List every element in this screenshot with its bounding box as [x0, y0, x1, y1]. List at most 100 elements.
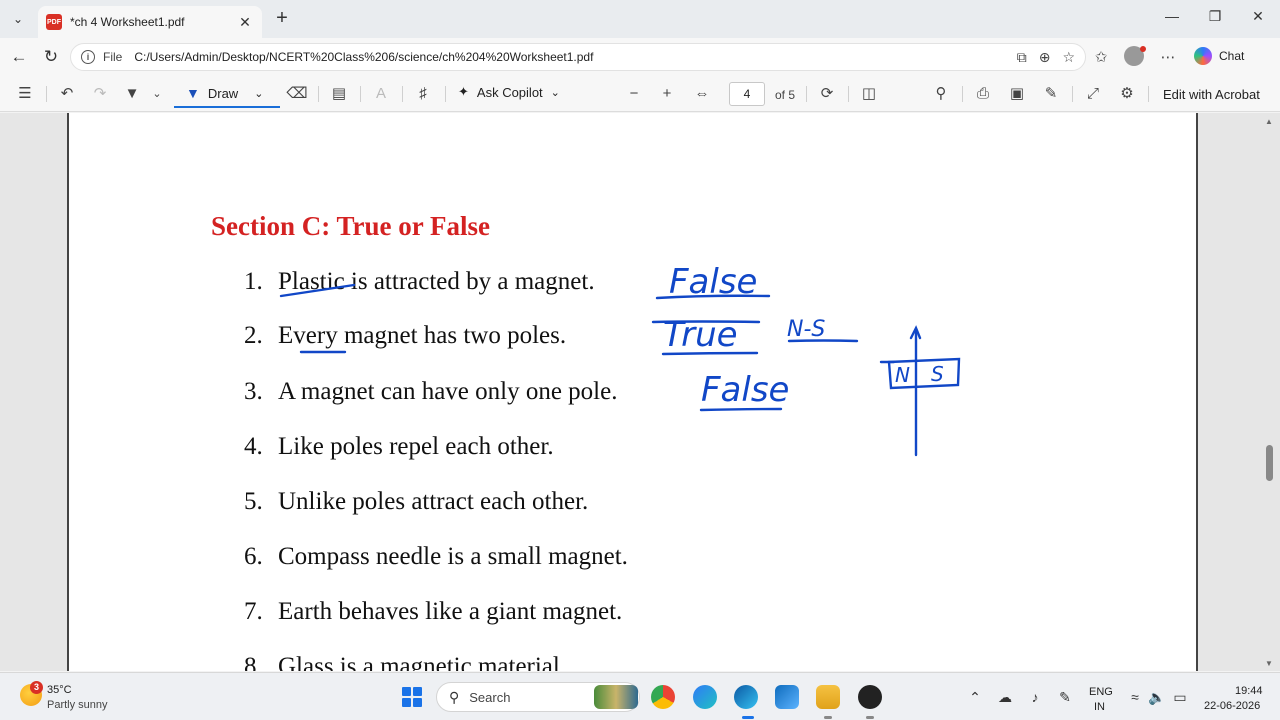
answer-1-text: False	[669, 262, 757, 302]
close-tab-icon[interactable]: ✕	[236, 14, 254, 31]
copilot-app-icon[interactable]	[693, 685, 717, 709]
microphone-icon[interactable]: ♪	[1026, 689, 1044, 705]
toolbar-divider	[962, 86, 963, 102]
sketch-box	[887, 357, 961, 390]
toolbar-divider	[1148, 86, 1149, 102]
url-scheme-label: File	[103, 50, 123, 64]
draw-options-chevron-icon: ⌄	[254, 87, 264, 100]
scrollbar-thumb[interactable]	[1266, 445, 1273, 481]
eraser-icon[interactable]: ⌫	[286, 84, 308, 104]
url-text: C:/Users/Admin/Desktop/NCERT%20Class%206…	[134, 50, 594, 64]
sketch-n-label: N	[895, 363, 910, 387]
battery-icon[interactable]: ▭	[1171, 689, 1189, 706]
clock-time[interactable]: 19:44	[1235, 685, 1263, 697]
vertical-scrollbar[interactable]	[1264, 113, 1276, 671]
page-number-input[interactable]: 4	[729, 82, 765, 106]
search-highlight-image[interactable]	[594, 685, 638, 709]
address-input[interactable]: i File C:/Users/Admin/Desktop/NCERT%20Cl…	[70, 43, 1086, 71]
browser-tab[interactable]: PDF *ch 4 Worksheet1.pdf ✕	[38, 6, 262, 38]
note-2-text: N-S	[787, 317, 825, 342]
refresh-icon[interactable]: ↻	[40, 46, 62, 68]
question-item: 5. Unlike poles attract each other.	[244, 488, 588, 516]
undo-icon[interactable]: ↶	[56, 84, 78, 104]
question-number: 8.	[244, 653, 263, 671]
draw-button[interactable]: ▼ Draw ⌄	[174, 80, 280, 108]
scroll-up-arrow-icon[interactable]: ▲	[1265, 117, 1273, 126]
onedrive-cloud-icon[interactable]: ☁	[996, 689, 1014, 706]
show-hidden-icons-chevron-icon[interactable]: ⌃	[966, 689, 984, 706]
highlight-options-chevron-icon[interactable]: ⌄	[146, 84, 168, 104]
edge-app-icon[interactable]	[734, 685, 758, 709]
zoom-out-icon[interactable]: −	[623, 84, 645, 104]
restore-icon[interactable]: ❐	[1201, 8, 1229, 25]
scroll-down-arrow-icon[interactable]: ▼	[1265, 659, 1273, 668]
favorites-list-icon[interactable]: ✩	[1091, 48, 1111, 66]
site-info-icon[interactable]: i	[81, 50, 95, 64]
rotate-icon[interactable]: ⟳	[816, 84, 838, 104]
save-icon[interactable]: ▣	[1006, 84, 1028, 104]
minimize-icon[interactable]: —	[1158, 8, 1186, 24]
clock-date[interactable]: 22-06-2026	[1204, 700, 1260, 712]
windows-logo-icon	[413, 687, 422, 696]
fullscreen-expand-icon[interactable]: ⤢	[1082, 84, 1104, 104]
settings-gear-icon[interactable]: ⚙	[1116, 84, 1138, 104]
weather-badge: 3	[30, 681, 43, 694]
find-search-icon[interactable]: ⚲	[930, 84, 952, 104]
wifi-icon[interactable]: ≈	[1126, 689, 1144, 705]
tab-strip: ⌄ PDF *ch 4 Worksheet1.pdf ✕ + — ❐ ✕	[0, 0, 1280, 38]
recorder-open-indicator	[866, 716, 874, 719]
zoom-icon[interactable]: ⊕	[1039, 49, 1051, 66]
contents-list-icon[interactable]: ☰	[14, 84, 36, 104]
toolbar-divider	[402, 86, 403, 102]
favorite-star-icon[interactable]: ☆	[1062, 49, 1075, 66]
question-text: A magnet can have only one pole.	[278, 378, 618, 405]
print-icon[interactable]: ⎙	[972, 84, 994, 104]
add-text-icon[interactable]: ▤	[328, 84, 350, 104]
zoom-in-icon[interactable]: +	[656, 84, 678, 104]
toolbar-divider	[848, 86, 849, 102]
recorder-app-icon[interactable]	[858, 685, 882, 709]
pdf-viewer[interactable]: Section C: True or False 1. Plastic is at…	[0, 113, 1280, 671]
back-arrow-icon[interactable]: ←	[8, 46, 30, 68]
question-number: 4.	[244, 433, 263, 460]
toolbar-divider	[360, 86, 361, 102]
note-2-underline	[787, 339, 859, 343]
new-tab-plus-icon[interactable]: +	[272, 8, 292, 28]
redo-icon[interactable]: ↷	[89, 84, 111, 104]
weather-description[interactable]: Partly sunny	[47, 699, 108, 711]
search-icon: ⚲	[449, 688, 460, 705]
question-text: Like poles repel each other.	[278, 433, 554, 460]
save-as-icon[interactable]: ✎	[1040, 84, 1062, 104]
answer-2-underline	[661, 351, 759, 356]
explorer-open-indicator	[824, 716, 832, 719]
store-app-icon[interactable]	[775, 685, 799, 709]
read-aloud-icon[interactable]: A	[370, 84, 392, 104]
translate-icon[interactable]: ⧉	[1017, 49, 1027, 66]
page-view-icon[interactable]: ◫	[858, 84, 880, 104]
ask-copilot-button[interactable]: ✦ Ask Copilot ⌄	[458, 84, 560, 100]
translate-text-icon[interactable]: ♯	[412, 84, 434, 104]
file-explorer-icon[interactable]	[816, 685, 840, 709]
start-button[interactable]	[402, 687, 422, 707]
draw-label: Draw	[207, 85, 239, 101]
edit-with-acrobat-button[interactable]: Edit with Acrobat	[1163, 87, 1260, 102]
copilot-icon[interactable]	[1194, 47, 1212, 65]
copilot-sparkle-icon: ✦	[458, 84, 469, 99]
volume-icon[interactable]: 🔈	[1148, 689, 1166, 706]
tab-actions-menu-button[interactable]: ⌄	[6, 8, 30, 30]
windows-logo-icon	[402, 687, 411, 696]
fit-page-icon[interactable]: ⇔	[691, 84, 713, 104]
highlight-icon[interactable]: ▼	[121, 84, 143, 104]
address-bar-row: ← ↻ i File C:/Users/Admin/Desktop/NCERT%…	[0, 38, 1280, 76]
toolbar-divider	[318, 86, 319, 102]
close-window-icon[interactable]: ✕	[1244, 8, 1272, 25]
pen-tray-icon[interactable]: ✎	[1056, 689, 1074, 706]
more-menu-icon[interactable]: ⋯	[1158, 48, 1178, 66]
question-item: 1. Plastic is attracted by a magnet.	[244, 268, 595, 296]
chrome-app-icon[interactable]	[651, 685, 675, 709]
language-indicator-top[interactable]: ENG	[1089, 686, 1113, 698]
language-indicator-bottom[interactable]: IN	[1094, 701, 1105, 713]
weather-temperature[interactable]: 35°C	[47, 684, 72, 696]
question-text: Compass needle is a small magnet.	[278, 543, 628, 570]
chat-button[interactable]: Chat	[1219, 49, 1244, 63]
